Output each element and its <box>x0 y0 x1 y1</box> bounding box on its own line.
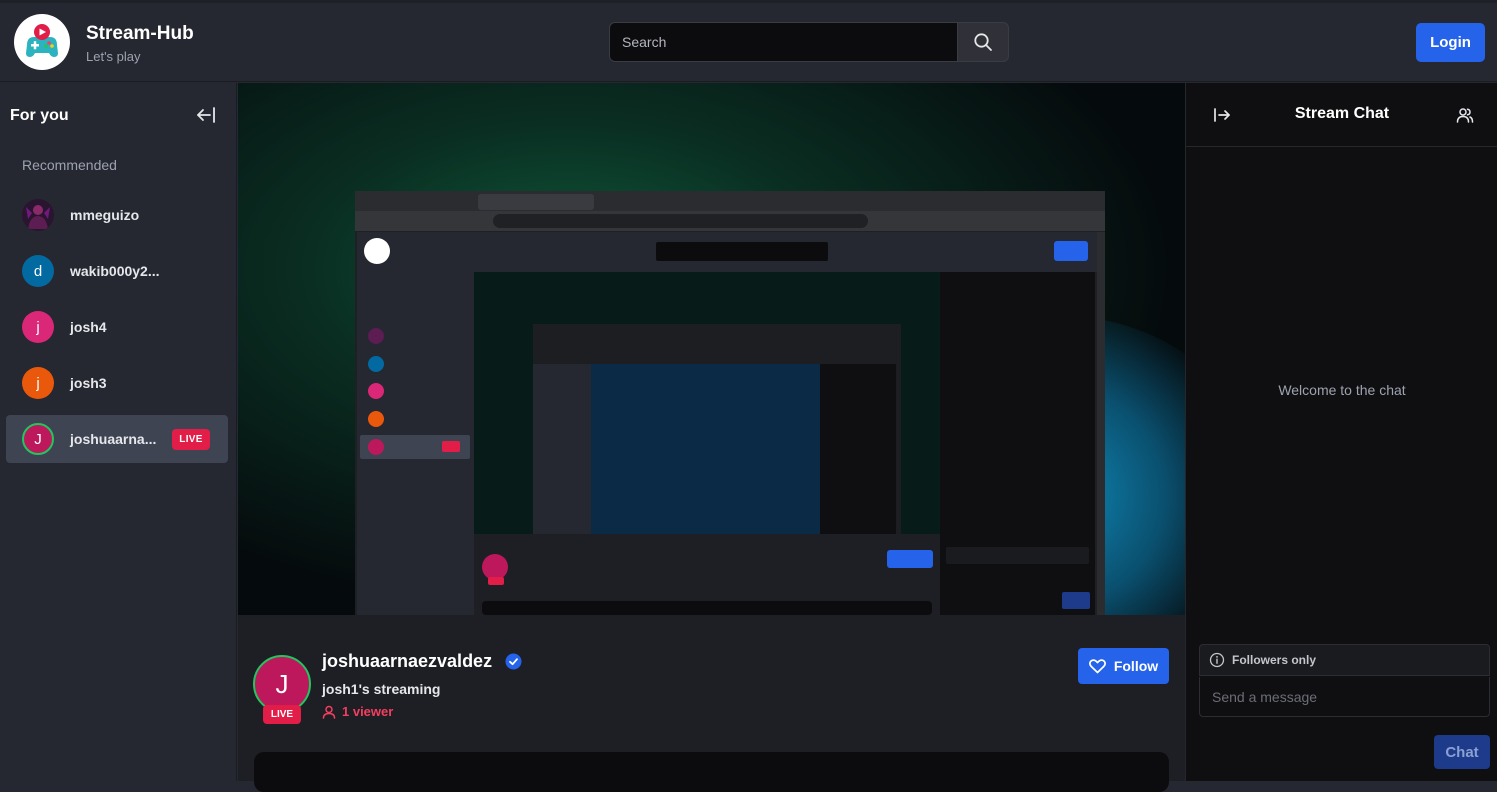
heart-icon <box>1088 658 1106 673</box>
stream-video-frame-icon <box>355 191 1105 615</box>
collapse-sidebar-button[interactable] <box>194 105 218 125</box>
followers-only-label: Followers only <box>1232 653 1317 667</box>
live-badge: LIVE <box>263 705 301 724</box>
search-icon <box>974 33 992 51</box>
search-bar <box>609 22 1009 62</box>
chat-title: Stream Chat <box>1294 105 1390 122</box>
chat-send-button[interactable]: Chat <box>1434 735 1490 769</box>
login-button[interactable]: Login <box>1416 23 1485 62</box>
recommended-label: Recommended <box>22 157 117 173</box>
live-badge: LIVE <box>172 428 210 450</box>
top-navbar: Stream-Hub Let's play Login <box>0 3 1497 82</box>
user-icon <box>322 705 336 719</box>
users-icon <box>1456 108 1474 123</box>
viewer-count: 1 viewer <box>322 704 393 719</box>
chat-message-input[interactable] <box>1199 677 1490 717</box>
community-button[interactable] <box>1456 106 1474 124</box>
sidebar-item-wakib000y2[interactable]: d wakib000y2... <box>6 247 228 295</box>
user-photo-icon <box>22 199 54 231</box>
follow-label: Follow <box>1113 658 1159 674</box>
viewer-count-label: 1 viewer <box>342 704 394 719</box>
sidebar-item-label: joshuaarna... <box>70 431 157 447</box>
search-button[interactable] <box>957 22 1009 62</box>
info-icon <box>1209 652 1225 668</box>
gamepad-logo-icon <box>26 24 58 57</box>
follow-button[interactable]: Follow <box>1078 648 1169 684</box>
sidebar-item-joshuaarnaezvaldez[interactable]: J joshuaarna... LIVE <box>6 415 228 463</box>
stream-chat-panel: Stream Chat Welcome to the chat Follower… <box>1185 83 1497 781</box>
brand-subtitle: Let's play <box>86 49 141 64</box>
stream-info-panel: J LIVE joshuaarnaezvaldez josh1's stream… <box>238 615 1185 792</box>
brand-title: Stream-Hub <box>86 23 194 44</box>
sidebar-item-label: wakib000y2... <box>70 263 160 279</box>
sidebar-item-label: mmeguizo <box>70 207 140 223</box>
main-content: J LIVE joshuaarnaezvaldez josh1's stream… <box>238 83 1185 792</box>
avatar <box>22 199 54 231</box>
chat-header: Stream Chat <box>1186 83 1497 147</box>
sidebar-item-josh3[interactable]: j josh3 <box>6 359 228 407</box>
about-panel <box>254 752 1169 792</box>
avatar: d <box>22 255 54 287</box>
logo[interactable] <box>14 14 70 70</box>
sidebar: For you Recommended mmeguizo d wakib000y… <box>0 83 237 781</box>
verified-icon <box>505 653 522 670</box>
sidebar-item-josh4[interactable]: j josh4 <box>6 303 228 351</box>
followers-only-notice: Followers only <box>1199 644 1490 676</box>
sidebar-title: For you <box>10 107 69 124</box>
video-player[interactable] <box>238 83 1185 615</box>
sidebar-item-mmeguizo[interactable]: mmeguizo <box>6 191 228 239</box>
avatar: j <box>22 311 54 343</box>
avatar: J <box>22 423 54 455</box>
sidebar-item-label: josh3 <box>70 375 107 391</box>
search-input[interactable] <box>609 22 957 62</box>
chat-welcome-message: Welcome to the chat <box>1278 382 1406 398</box>
stream-title: josh1's streaming <box>322 681 441 697</box>
arrow-left-to-line-icon <box>197 107 215 123</box>
sidebar-item-label: josh4 <box>70 319 107 335</box>
avatar: j <box>22 367 54 399</box>
streamer-name: joshuaarnaezvaldez <box>322 651 493 671</box>
